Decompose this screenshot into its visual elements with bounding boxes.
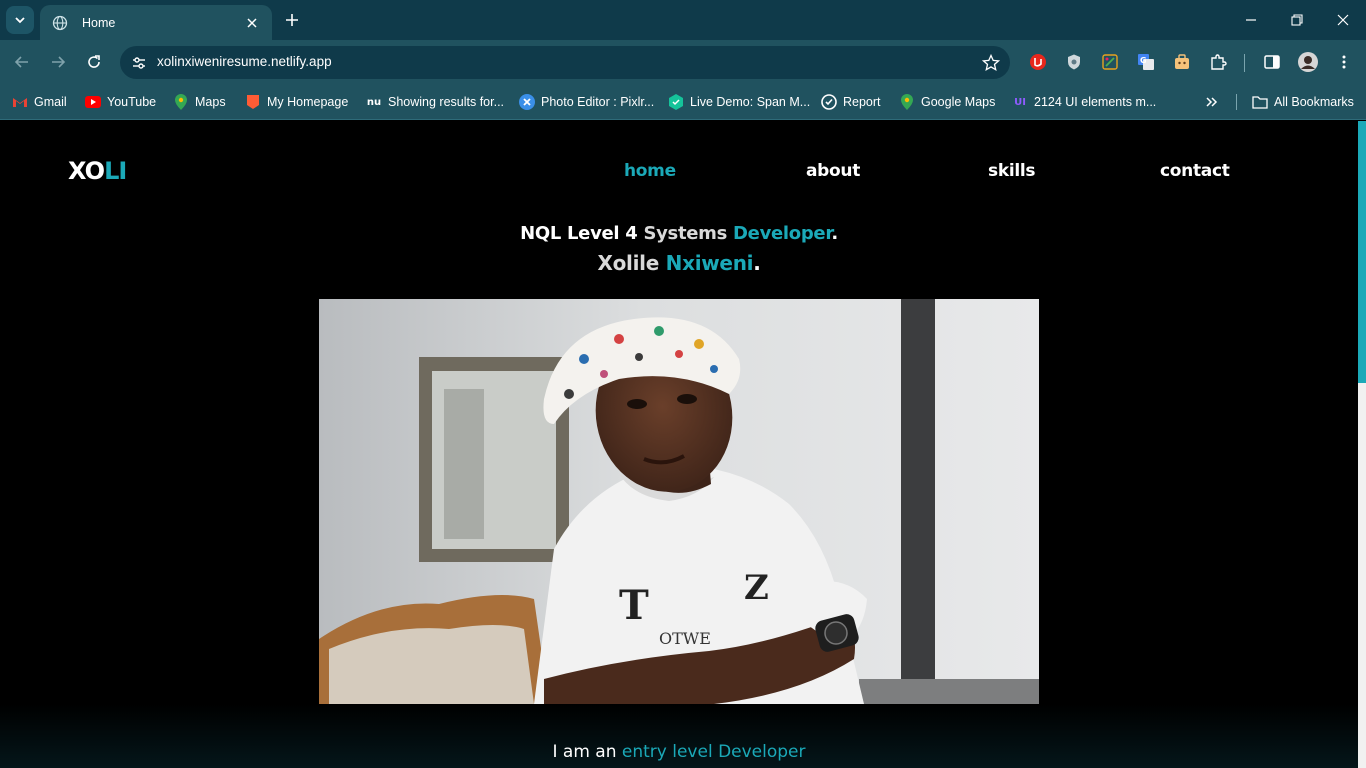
address-bar[interactable]: xolinxiweniresume.netlify.app <box>120 46 1010 79</box>
active-tab[interactable]: Home <box>40 5 272 40</box>
more-bookmarks-button[interactable] <box>1200 92 1224 112</box>
ui-icon: UI <box>1014 96 1026 108</box>
double-chevron-right-icon <box>1206 97 1218 107</box>
intro-highlight: entry level Developer <box>621 742 806 762</box>
forward-button[interactable] <box>44 48 72 76</box>
folder-icon <box>1252 94 1268 110</box>
nav-contact[interactable]: contact <box>1160 161 1230 181</box>
color-picker-icon[interactable] <box>1099 51 1121 73</box>
first-name: Xolile <box>597 251 659 275</box>
shield-icon[interactable] <box>1063 51 1085 73</box>
bookmarks-divider <box>1236 94 1237 110</box>
bookmark-maps[interactable]: Maps <box>173 92 226 112</box>
youtube-icon <box>85 94 101 110</box>
arrow-right-icon <box>52 56 66 68</box>
report-icon <box>821 94 837 110</box>
logo-main: XO <box>68 157 105 185</box>
extensions-puzzle-icon[interactable] <box>1207 51 1229 73</box>
profile-photo: T Z OTWE <box>319 299 1039 704</box>
role-level: NQL Level 4 <box>520 223 638 244</box>
arrow-left-icon <box>14 56 28 68</box>
bookmark-label: Showing results for... <box>388 95 505 109</box>
intro-prefix: I am an <box>552 742 617 762</box>
side-panel-icon[interactable] <box>1261 51 1283 73</box>
google-translate-icon[interactable]: G <box>1135 51 1157 73</box>
minimize-button[interactable] <box>1236 6 1266 34</box>
reload-icon <box>88 55 100 68</box>
toolbox-icon[interactable] <box>1171 51 1193 73</box>
tab-strip: Home <box>0 0 1366 40</box>
bookmark-showing-results[interactable]: nu Showing results for... <box>366 92 504 112</box>
page-viewport: XOLI home about skills contact NQL Level… <box>0 121 1358 768</box>
reload-button[interactable] <box>80 48 108 76</box>
menu-kebab-icon[interactable] <box>1333 51 1355 73</box>
bookmark-label: Gmail <box>34 95 67 109</box>
nav-skills[interactable]: skills <box>988 161 1036 181</box>
page-scrollbar[interactable] <box>1358 121 1366 768</box>
all-bookmarks-button[interactable]: All Bookmarks <box>1252 92 1354 112</box>
bookmark-pixlr[interactable]: Photo Editor : Pixlr... <box>519 92 654 112</box>
maps-icon <box>899 94 915 110</box>
site-settings-icon[interactable] <box>128 52 150 74</box>
bookmark-ui-elements[interactable]: UI 2124 UI elements m... <box>1012 92 1156 112</box>
scrollbar-thumb[interactable] <box>1358 121 1366 383</box>
minimize-icon <box>1246 19 1256 21</box>
bookmark-label: YouTube <box>107 95 157 109</box>
svg-text:OTWE: OTWE <box>659 629 711 648</box>
chevron-down-icon <box>15 17 25 24</box>
bookmark-google-maps[interactable]: Google Maps <box>899 92 995 112</box>
bookmark-youtube[interactable]: YouTube <box>85 92 156 112</box>
bookmark-label: Google Maps <box>921 95 996 109</box>
close-tab-icon[interactable] <box>242 13 262 33</box>
browser-toolbar: xolinxiweniresume.netlify.app G <box>0 40 1366 84</box>
plus-icon <box>286 14 298 26</box>
nav-about[interactable]: about <box>806 161 860 181</box>
bookmark-report[interactable]: Report <box>821 92 881 112</box>
extension-red-icon[interactable] <box>1027 51 1049 73</box>
role-headline: NQL Level 4 Systems Developer. <box>520 223 838 244</box>
nu-icon: nu <box>366 96 382 108</box>
bookmark-label: My Homepage <box>267 95 349 109</box>
url-text[interactable]: xolinxiweniresume.netlify.app <box>157 54 332 69</box>
role-developer: Developer <box>733 223 832 244</box>
back-button[interactable] <box>8 48 36 76</box>
name-headline: Xolile Nxiweni. <box>597 251 761 275</box>
toolbar-divider <box>1244 54 1245 72</box>
intro-text: I am an entry level Developer <box>0 742 1358 762</box>
nav-home[interactable]: home <box>624 161 676 181</box>
bookmark-label: Maps <box>195 95 226 109</box>
logo-accent: LI <box>104 157 127 185</box>
bookmark-label: Photo Editor : Pixlr... <box>541 95 655 109</box>
bookmark-live-demo[interactable]: Live Demo: Span M... <box>668 92 810 112</box>
homepage-icon <box>245 94 261 110</box>
bookmark-label: 2124 UI elements m... <box>1034 95 1157 109</box>
new-tab-button[interactable] <box>280 8 304 32</box>
restore-button[interactable] <box>1282 6 1312 34</box>
bookmarks-bar: Gmail YouTube Maps My Homepage nu Showin… <box>0 84 1366 120</box>
profile-avatar[interactable] <box>1297 51 1319 73</box>
pixlr-icon <box>519 94 535 110</box>
svg-text:T: T <box>619 582 649 629</box>
tab-title: Home <box>82 15 116 30</box>
bookmark-my-homepage[interactable]: My Homepage <box>245 92 348 112</box>
bookmark-label: Live Demo: Span M... <box>690 95 811 109</box>
all-bookmarks-label: All Bookmarks <box>1274 95 1354 109</box>
gmail-icon <box>12 94 28 110</box>
restore-icon <box>1291 14 1303 26</box>
bookmark-gmail[interactable]: Gmail <box>12 92 67 112</box>
bookmark-star-icon[interactable] <box>980 52 1002 74</box>
demo-icon <box>668 94 684 110</box>
tab-search-button[interactable] <box>6 6 34 34</box>
close-window-button[interactable] <box>1328 6 1358 34</box>
last-name: Nxiweni <box>665 251 754 275</box>
close-icon <box>1337 14 1349 26</box>
globe-icon <box>52 15 68 31</box>
maps-icon <box>173 94 189 110</box>
bookmark-label: Report <box>843 95 881 109</box>
svg-text:Z: Z <box>744 568 769 608</box>
svg-text:G: G <box>1140 56 1147 65</box>
role-systems: Systems <box>643 223 728 244</box>
site-logo[interactable]: XOLI <box>68 157 127 185</box>
